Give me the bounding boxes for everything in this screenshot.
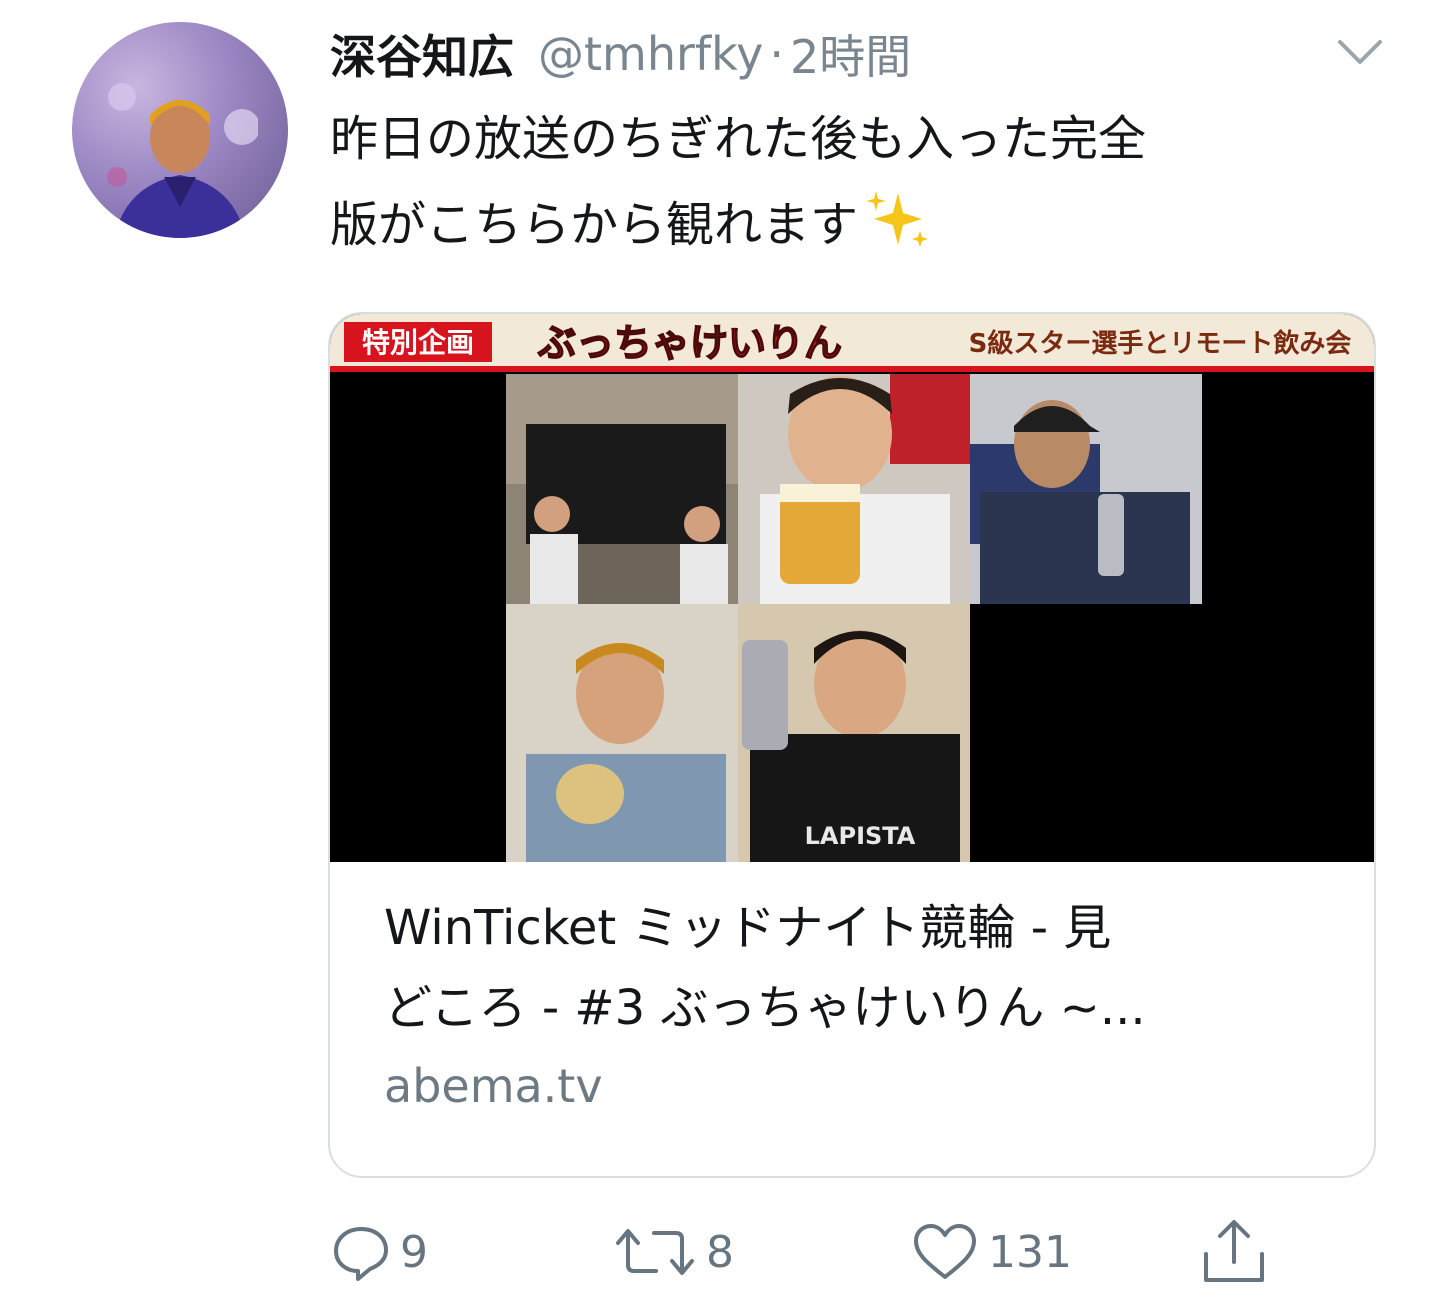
card-body: WinTicket ミッドナイト競輪 - 見 どころ - #3 ぶっちゃけいりん… — [384, 888, 1324, 1124]
card-title-line-1: WinTicket ミッドナイト競輪 - 見 — [384, 900, 1112, 956]
reply-count: 9 — [400, 1226, 428, 1278]
avatar[interactable] — [72, 22, 288, 238]
card-title-line-2: どころ - #3 ぶっちゃけいりん ~... — [384, 980, 1146, 1036]
card-title[interactable]: WinTicket ミッドナイト競輪 - 見 どころ - #3 ぶっちゃけいりん… — [384, 888, 1324, 1048]
card-image[interactable]: 特別企画 ぶっちゃけいりん S級スター選手とリモート飲み会 LAPISTA — [330, 314, 1374, 862]
card-domain: abema.tv — [384, 1059, 603, 1113]
separator-dot: · — [769, 27, 784, 81]
share-icon — [1204, 1220, 1264, 1282]
chevron-down-icon[interactable] — [1334, 34, 1386, 70]
link-card[interactable]: 特別企画 ぶっちゃけいりん S級スター選手とリモート飲み会 LAPISTA Wi… — [328, 312, 1376, 1178]
banner-label: 特別企画 — [362, 326, 474, 359]
tweet-header: 深谷知広 @tmhrfky · 2時間 — [330, 22, 911, 86]
tweet-text-line-2: 版がこちらから観れます — [330, 182, 1370, 268]
retweet-icon — [616, 1229, 694, 1275]
svg-text:LAPISTA: LAPISTA — [805, 822, 916, 850]
video-tile-4 — [506, 604, 738, 862]
retweet-button[interactable]: 8 — [612, 1212, 734, 1292]
like-count: 131 — [988, 1226, 1072, 1278]
share-button[interactable] — [1198, 1212, 1270, 1292]
video-tile-5: LAPISTA — [738, 604, 970, 862]
reply-icon — [334, 1227, 388, 1281]
video-tile-1 — [506, 374, 738, 604]
tweet-text: 昨日の放送のちぎれた後も入った完全 版がこちらから観れます — [330, 96, 1370, 268]
like-icon — [914, 1224, 976, 1279]
tweet-actions: 9 8 131 — [0, 1212, 1448, 1292]
avatar-photo — [107, 83, 258, 238]
video-tile-2 — [738, 374, 970, 604]
banner-title: ぶっちゃけいりん — [537, 321, 842, 365]
tweet-text-line-2-text: 版がこちらから観れます — [330, 197, 859, 253]
retweet-count: 8 — [706, 1226, 734, 1278]
reply-button[interactable]: 9 — [330, 1212, 428, 1292]
tweet-text-line-1: 昨日の放送のちぎれた後も入った完全 — [330, 111, 1147, 167]
display-name[interactable]: 深谷知広 — [330, 21, 514, 87]
like-button[interactable]: 131 — [910, 1212, 1072, 1292]
timestamp[interactable]: 2時間 — [790, 21, 911, 87]
user-handle[interactable]: @tmhrfky — [538, 27, 763, 81]
sparkles-icon — [866, 191, 929, 247]
video-tile-3 — [970, 374, 1202, 604]
banner-subtitle: S級スター選手とリモート飲み会 — [969, 328, 1352, 359]
